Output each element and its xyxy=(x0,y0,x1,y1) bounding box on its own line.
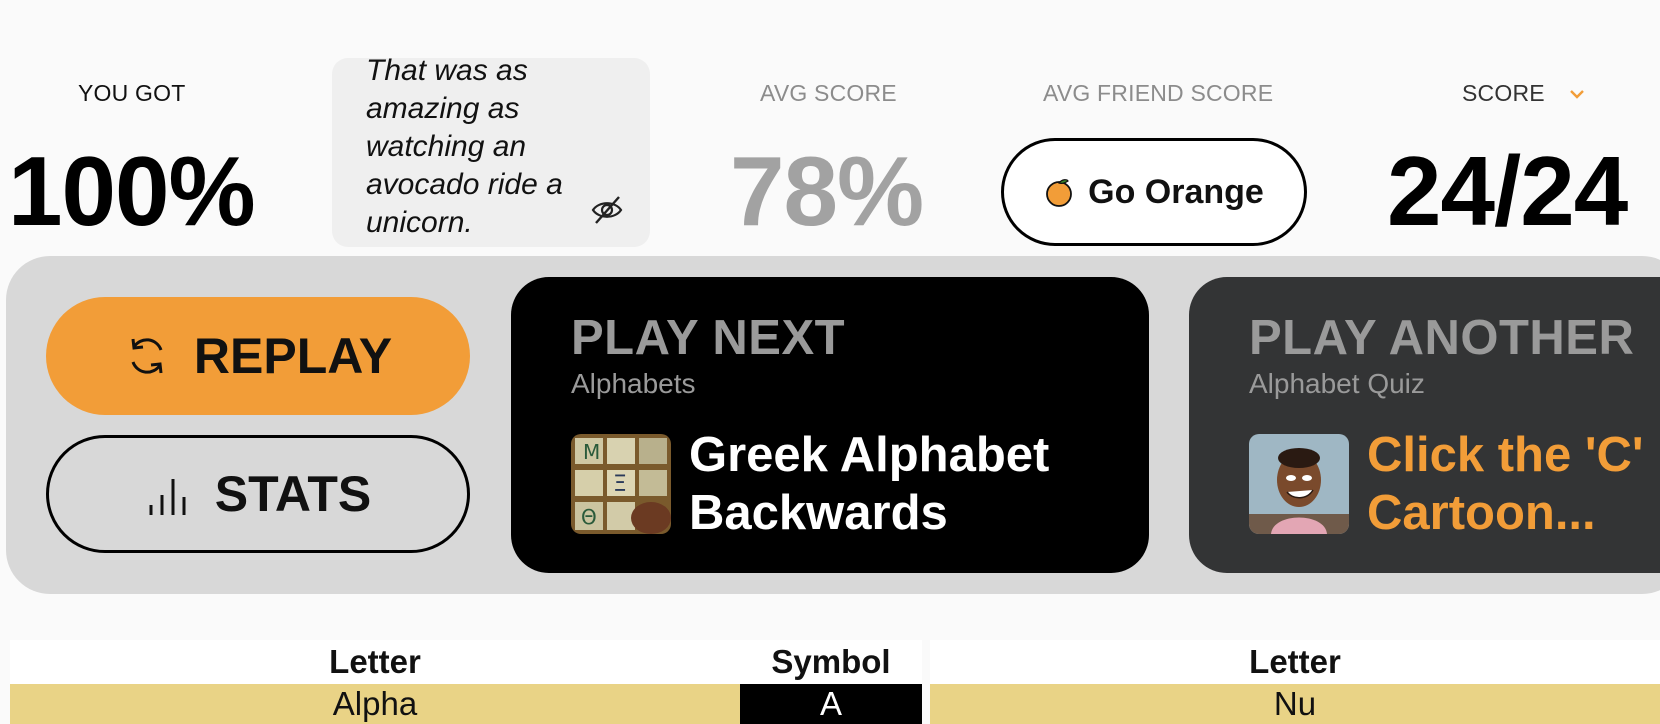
go-orange-label: Go Orange xyxy=(1088,172,1264,211)
play-next-category: Alphabets xyxy=(571,368,696,400)
orange-icon xyxy=(1046,179,1073,207)
chevron-down-icon[interactable] xyxy=(1567,86,1587,102)
score-label[interactable]: SCORE xyxy=(1462,80,1545,107)
table-row: Nu xyxy=(930,684,1660,724)
play-next-title-line2: Backwards xyxy=(689,486,948,541)
stats-bars-icon xyxy=(149,479,186,515)
svg-text:Ξ: Ξ xyxy=(613,472,627,497)
svg-text:Θ: Θ xyxy=(581,505,597,529)
replay-icon xyxy=(131,338,163,374)
stats-button[interactable]: STATS xyxy=(46,435,470,553)
result-message-box: That was as amazing as watching an avoca… xyxy=(332,58,650,247)
avg-score-label: AVG SCORE xyxy=(760,80,897,106)
avg-friend-score-label: AVG FRIEND SCORE xyxy=(1043,80,1274,106)
letter-cell: Alpha xyxy=(10,684,740,724)
you-got-value: 100% xyxy=(8,136,256,246)
quiz-thumbnail: M Ξ Θ xyxy=(571,434,671,535)
play-next-title[interactable]: Greek Alphabet Backwards xyxy=(689,426,1049,542)
avg-score-value: 78% xyxy=(730,136,924,246)
cartoon-thumbnail xyxy=(1249,434,1349,535)
table-header-row: Letter Symbol xyxy=(10,640,922,684)
stats-label: STATS xyxy=(214,466,372,522)
column-header-letter: Letter xyxy=(10,640,740,684)
column-header-symbol: Symbol xyxy=(740,640,922,684)
svg-text:M: M xyxy=(583,440,600,464)
result-message: That was as amazing as watching an avoca… xyxy=(366,58,563,239)
table-header-row: Letter xyxy=(930,640,1660,684)
answers-table-left: Letter Symbol Alpha A xyxy=(10,640,922,724)
play-next-title-line1: Greek Alphabet xyxy=(689,428,1050,483)
play-another-category: Alphabet Quiz xyxy=(1249,368,1425,400)
play-next-card[interactable]: PLAY NEXT Alphabets M Ξ Θ Greek Alphabet… xyxy=(511,277,1149,573)
eye-slash-icon[interactable] xyxy=(590,193,624,227)
play-next-heading: PLAY NEXT xyxy=(571,311,846,365)
replay-label: REPLAY xyxy=(193,328,393,384)
symbol-cell: A xyxy=(740,684,922,724)
replay-button[interactable]: REPLAY xyxy=(46,297,470,415)
go-orange-button[interactable]: Go Orange xyxy=(1001,138,1307,246)
play-another-heading: PLAY ANOTHER xyxy=(1249,311,1635,365)
you-got-label: YOU GOT xyxy=(78,80,186,106)
answers-table-right: Letter Nu xyxy=(930,640,1660,724)
column-header-letter: Letter xyxy=(930,640,1660,684)
table-row: Alpha A xyxy=(10,684,922,724)
score-value: 24/24 xyxy=(1387,136,1628,246)
play-another-title-line1: Click the 'C' xyxy=(1367,428,1644,483)
play-another-card[interactable]: PLAY ANOTHER Alphabet Quiz Click the 'C'… xyxy=(1189,277,1660,573)
play-another-title[interactable]: Click the 'C' Cartoon... xyxy=(1367,426,1644,542)
play-another-title-line2: Cartoon... xyxy=(1367,486,1596,541)
letter-cell: Nu xyxy=(930,684,1660,724)
